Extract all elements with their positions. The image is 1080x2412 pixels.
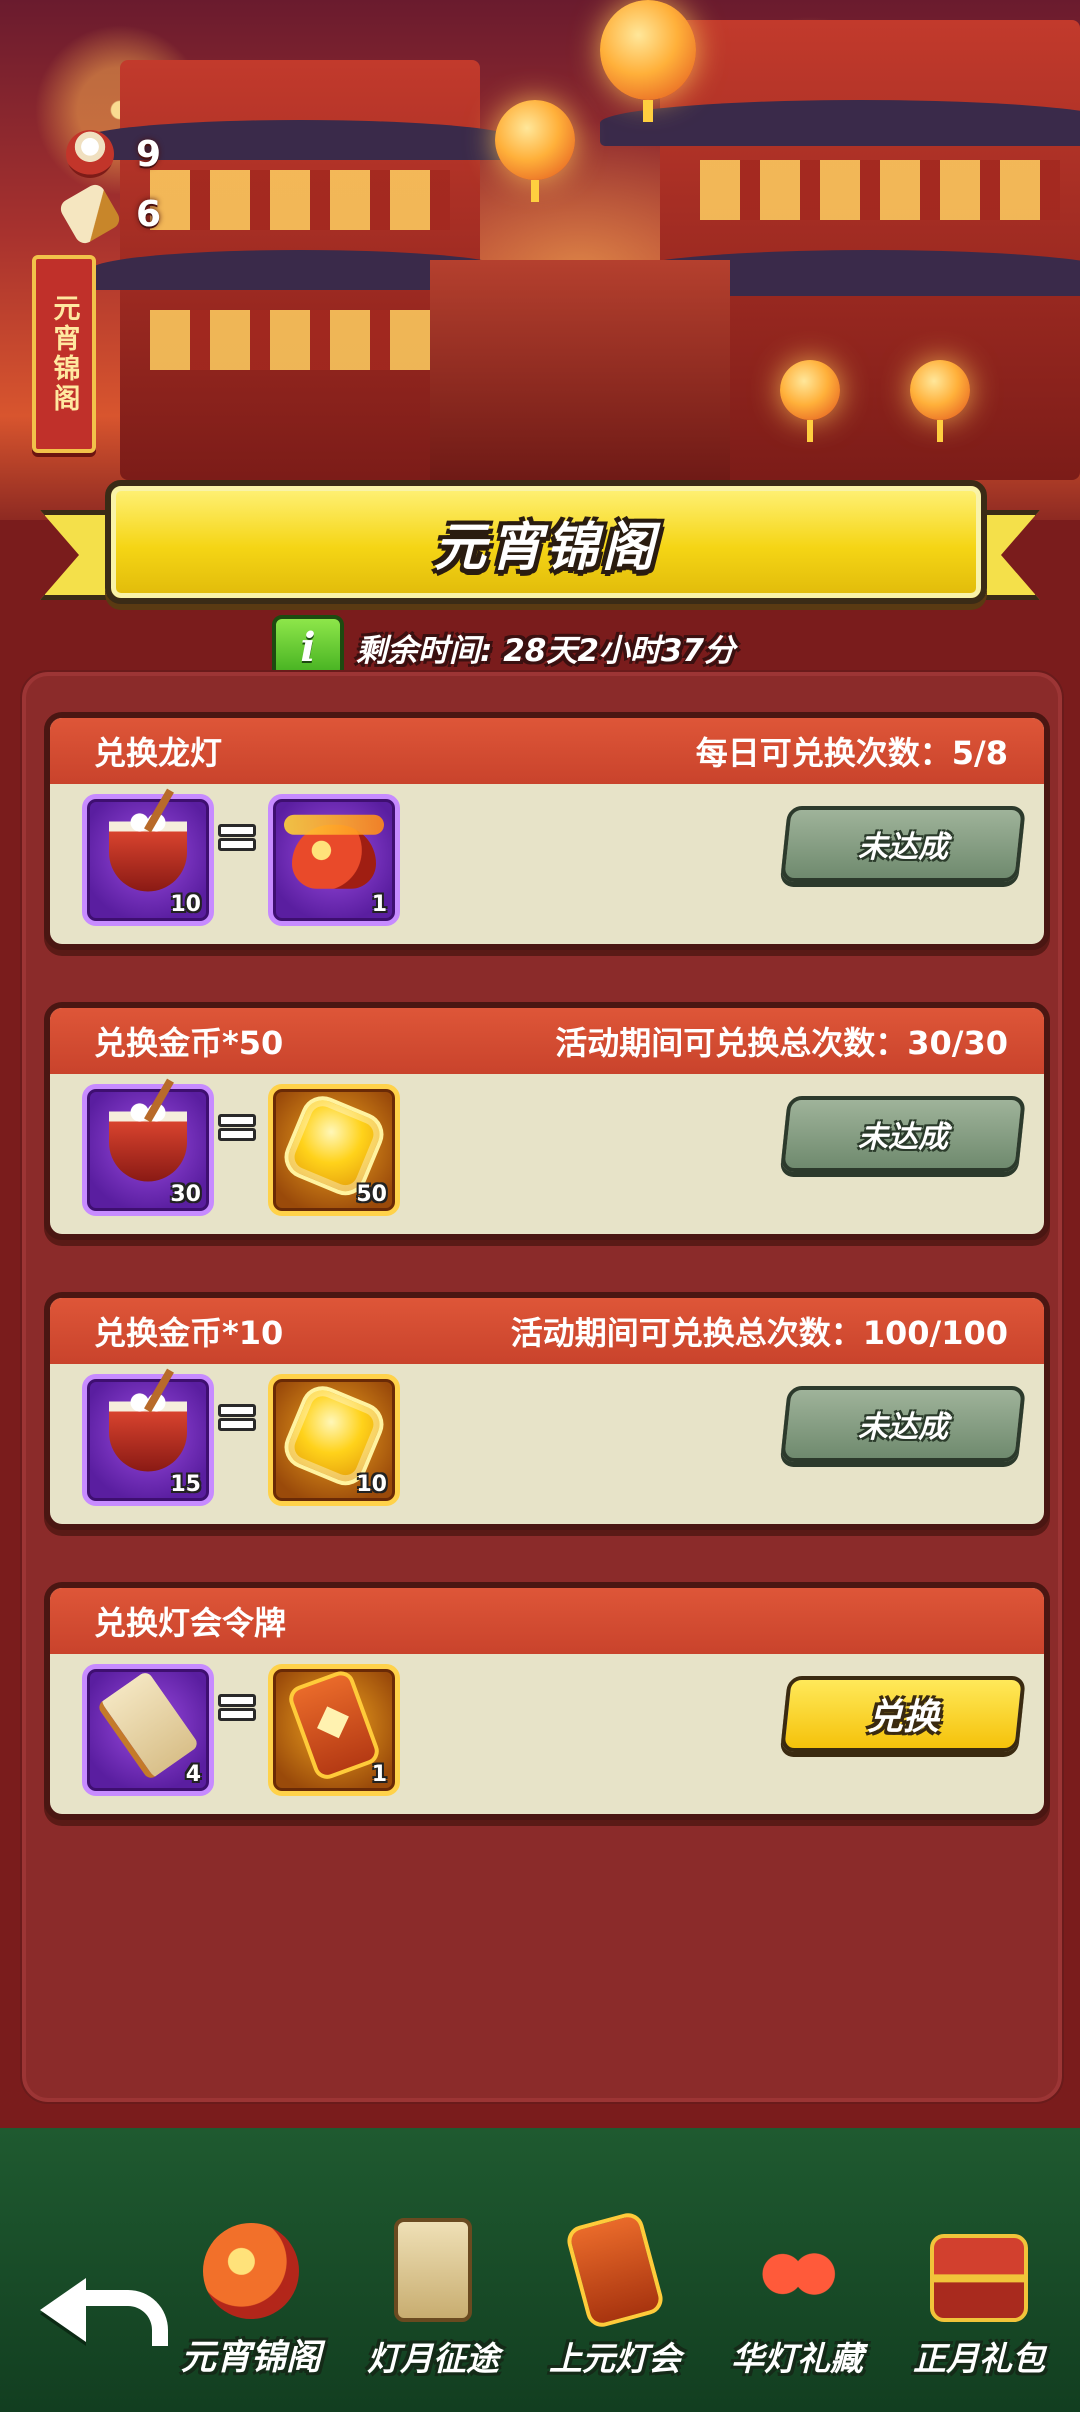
dragon-lantern-icon [284,814,384,889]
exchange-title: 兑换灯会令牌 [94,1604,287,1642]
back-button[interactable] [30,2268,168,2348]
equals-icon [218,1694,256,1721]
scroll-icon [96,1669,200,1781]
card-header: 兑换灯会令牌 [50,1588,1044,1654]
equals-icon [218,1404,256,1431]
tab-yuanxiao-jinge[interactable]: 元宵锦阁 [160,2208,342,2398]
tangyuan-bowl-icon [109,1101,187,1182]
resource-scroll: 6 [57,181,162,247]
lantern-decoration [600,0,696,122]
lantern-decoration [495,100,575,202]
resource-tangyuan: 9 [66,130,161,178]
cost-item[interactable]: 10 [82,794,214,926]
item-quantity: 30 [170,1182,201,1207]
tab-label: 灯月征途 [367,2339,499,2378]
exchange-button[interactable]: 兑换 [780,1676,1026,1752]
exchange-button-disabled[interactable]: 未达成 [780,1096,1026,1172]
equals-icon [218,1114,256,1141]
cost-item[interactable]: 30 [82,1084,214,1216]
card-header: 兑换金币*10 活动期间可兑换总次数：100/100 [50,1298,1044,1364]
item-quantity: 1 [371,1762,387,1787]
exchange-title: 兑换龙灯 [94,734,223,772]
lantern-decoration [780,360,840,442]
tab-huadeng-licang[interactable]: 华灯礼藏 [706,2208,888,2398]
exchange-button-disabled[interactable]: 未达成 [780,806,1026,882]
exchange-title: 兑换金币*50 [94,1024,284,1062]
tangyuan-bowl-icon [66,130,114,178]
token-icon [563,2209,667,2331]
red-lanterns-icon [749,2226,845,2322]
bottom-nav-bar: 元宵锦阁 灯月征途 上元灯会 华灯礼藏 正月礼包 [0,2128,1080,2412]
tab-shangyuan-denghui[interactable]: 上元灯会 [524,2208,706,2398]
item-quantity: 10 [170,892,201,917]
reward-item[interactable]: 1 [268,1664,400,1796]
lantern-decoration [910,360,970,442]
tab-zhengyue-libao[interactable]: 正月礼包 [888,2208,1070,2398]
page-title: 元宵锦阁 [433,517,658,578]
item-quantity: 1 [371,892,387,917]
scroll-icon [57,181,123,247]
card-body: 4 1 兑换 [50,1654,1044,1814]
title-ribbon: 元宵锦阁 [40,480,1040,610]
card-body: 30 50 未达成 [50,1074,1044,1234]
reward-item[interactable]: 1 [268,794,400,926]
treasure-chest-icon [930,2234,1028,2322]
tangyuan-bowl-icon [109,1391,187,1472]
reward-item[interactable]: 50 [268,1084,400,1216]
exchange-limit: 活动期间可兑换总次数：100/100 [510,1314,1008,1352]
timer-text: 剩余时间: 28天2小时37分 [356,632,736,669]
festival-token-icon [285,1667,383,1783]
exchange-card: 兑换金币*10 活动期间可兑换总次数：100/100 15 10 未达成 [44,1292,1050,1530]
exchange-limit: 每日可兑换次数：5/8 [695,734,1008,772]
exchange-limit: 活动期间可兑换总次数：30/30 [555,1024,1008,1062]
tab-dengyue-zhengtu[interactable]: 灯月征途 [342,2208,524,2398]
resource-count: 6 [136,193,162,235]
cost-item[interactable]: 15 [82,1374,214,1506]
tab-label: 正月礼包 [913,2339,1045,2378]
equals-icon [218,824,256,851]
resource-count: 9 [136,133,162,175]
button-label: 未达成 [858,1410,948,1445]
lantern-tag-icon [394,2218,472,2322]
tab-label: 华灯礼藏 [731,2339,863,2378]
exchange-card: 兑换龙灯 每日可兑换次数：5/8 10 1 未达成 [44,712,1050,950]
item-quantity: 4 [185,1762,201,1787]
tab-bar: 元宵锦阁 灯月征途 上元灯会 华灯礼藏 正月礼包 [160,2208,1070,2398]
info-icon: i [300,623,316,671]
card-header: 兑换龙灯 每日可兑换次数：5/8 [50,718,1044,784]
tab-label: 上元灯会 [549,2339,681,2378]
card-body: 10 1 未达成 [50,784,1044,944]
button-label: 兑换 [866,1697,939,1738]
dragon-icon [203,2223,299,2319]
cost-item[interactable]: 4 [82,1664,214,1796]
button-label: 未达成 [858,830,948,865]
tab-label: 元宵锦阁 [180,2338,321,2378]
item-quantity: 10 [356,1472,387,1497]
exchange-title: 兑换金币*10 [94,1314,284,1352]
card-header: 兑换金币*50 活动期间可兑换总次数：30/30 [50,1008,1044,1074]
pavilion-left [80,60,520,480]
exchange-panel: 兑换龙灯 每日可兑换次数：5/8 10 1 未达成 兑换金币*50 活动期间可兑… [20,670,1064,2104]
festival-scene-background: 9 6 元宵锦阁 [0,0,1080,520]
exchange-card: 兑换金币*50 活动期间可兑换总次数：30/30 30 50 未达成 [44,1002,1050,1240]
item-quantity: 50 [356,1182,387,1207]
vertical-banner: 元宵锦阁 [32,255,96,453]
tangyuan-bowl-icon [109,811,187,892]
item-quantity: 15 [170,1472,201,1497]
reward-item[interactable]: 10 [268,1374,400,1506]
ribbon-body: 元宵锦阁 [105,480,987,604]
button-label: 未达成 [858,1120,948,1155]
exchange-button-disabled[interactable]: 未达成 [780,1386,1026,1462]
pavilion-center [430,260,730,480]
exchange-card: 兑换灯会令牌 4 1 兑换 [44,1582,1050,1820]
card-body: 15 10 未达成 [50,1364,1044,1524]
